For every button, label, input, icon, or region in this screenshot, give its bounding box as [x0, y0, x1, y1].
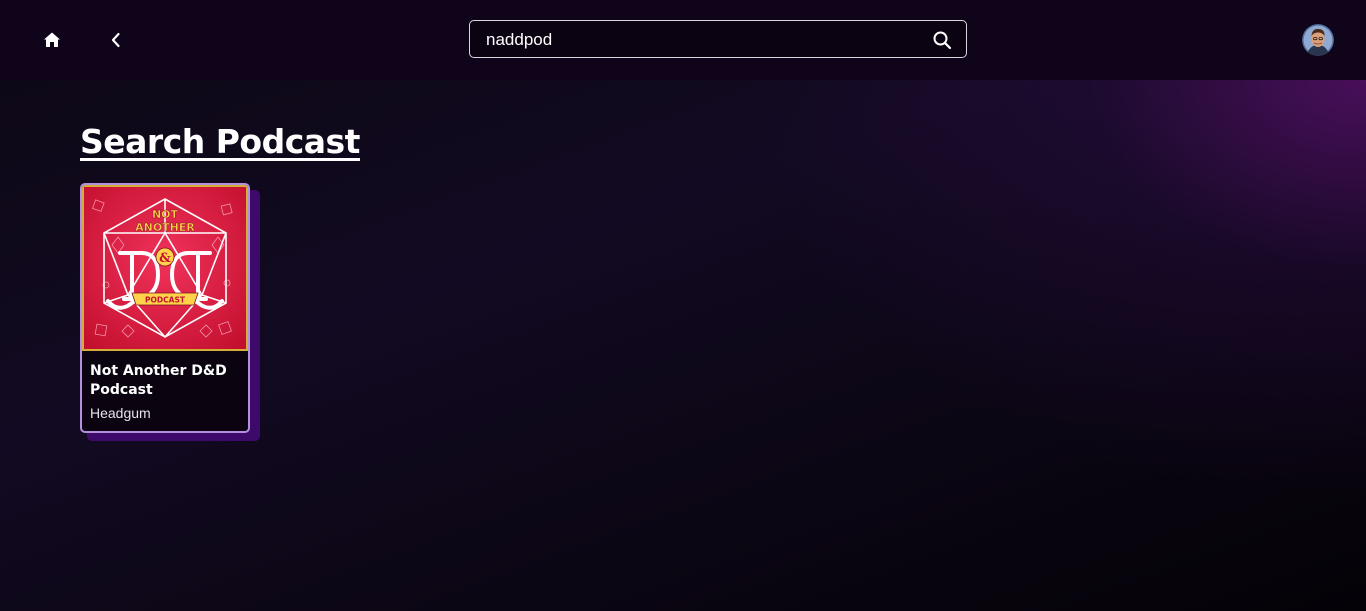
avatar-image [1302, 24, 1334, 56]
home-icon [44, 32, 60, 47]
cover-ampersand: & [159, 251, 171, 266]
top-bar [0, 0, 1366, 80]
search-box [469, 20, 967, 59]
search-icon[interactable] [932, 30, 952, 50]
search-input[interactable] [486, 21, 916, 59]
home-button[interactable] [40, 28, 64, 52]
page-title: Search Podcast [80, 122, 360, 161]
cover-text-podcast: PODCAST [145, 296, 186, 305]
podcast-card[interactable]: NOT ANOTHER & PODCAST Not Another D&D Po… [80, 183, 250, 433]
user-avatar[interactable] [1302, 24, 1334, 56]
podcast-author: Headgum [90, 405, 151, 421]
chevron-left-icon [111, 32, 120, 48]
cover-text-not: NOT [152, 208, 179, 221]
podcast-title: Not Another D&D Podcast [90, 363, 227, 398]
back-button[interactable] [104, 28, 128, 52]
cover-text-another: ANOTHER [135, 221, 195, 234]
podcast-cover-image: NOT ANOTHER & PODCAST [82, 185, 248, 351]
